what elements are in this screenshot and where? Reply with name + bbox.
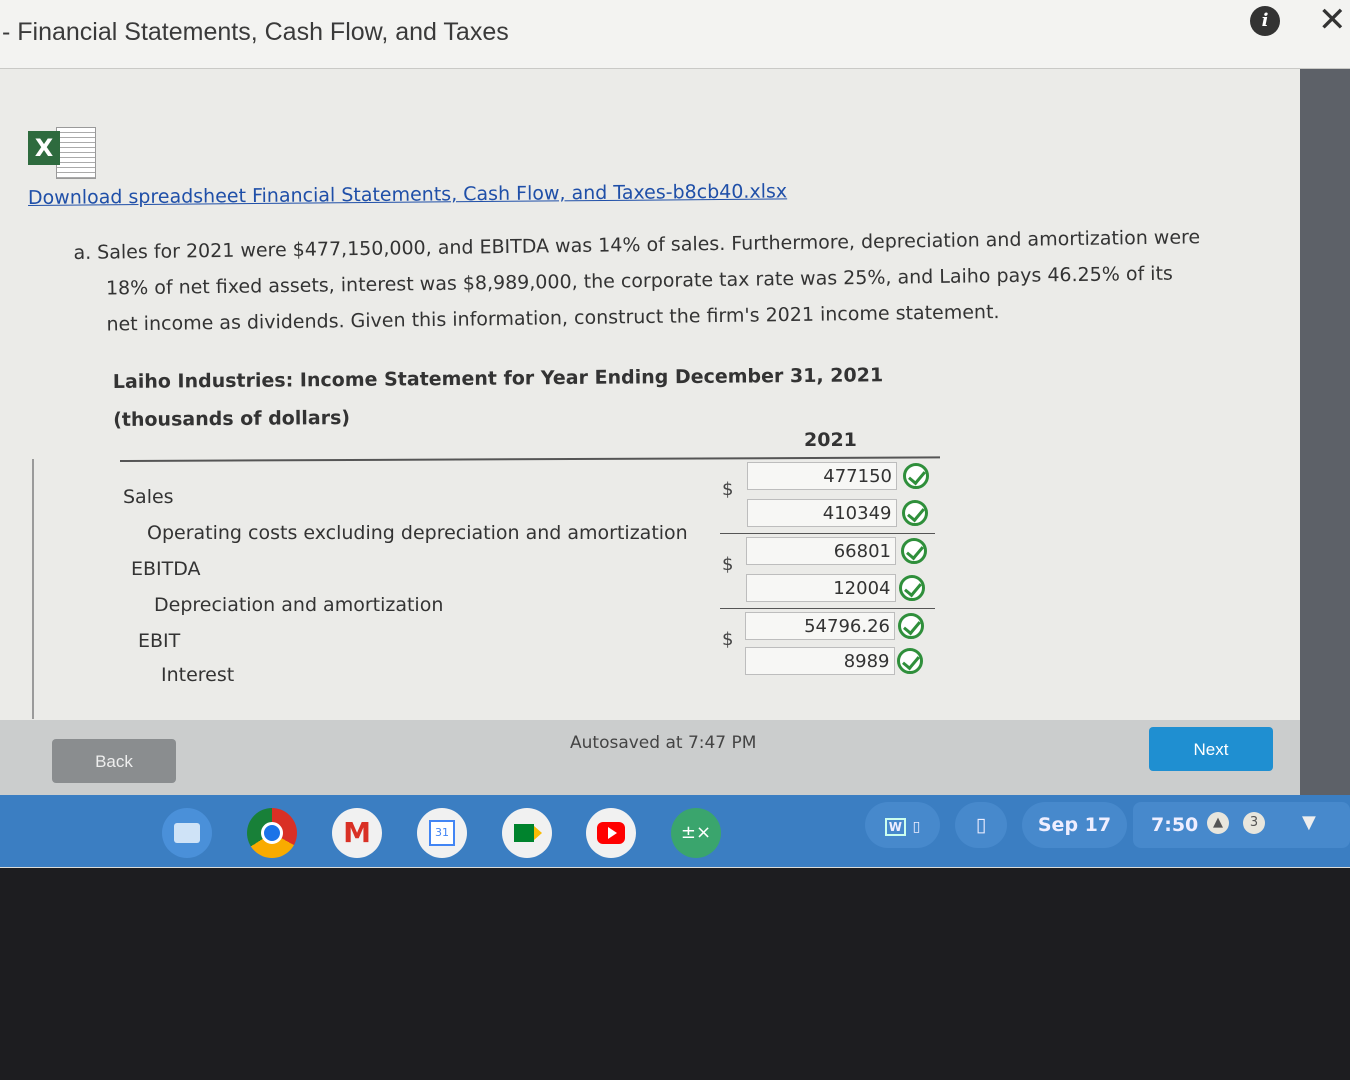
value-input[interactable]: 54796.26 bbox=[745, 612, 895, 640]
value-input[interactable]: 12004 bbox=[745, 574, 896, 602]
info-icon[interactable]: i bbox=[1250, 6, 1280, 36]
divider bbox=[32, 459, 34, 719]
calendar-app-icon[interactable]: 31 bbox=[417, 808, 467, 858]
clock: 7:50 bbox=[1151, 814, 1199, 836]
files-app-icon[interactable] bbox=[162, 808, 212, 858]
currency-symbol: $ bbox=[722, 554, 734, 575]
value-input[interactable]: 8989 bbox=[744, 647, 895, 675]
chrome-app-icon[interactable] bbox=[247, 808, 297, 858]
row-label: Interest bbox=[161, 663, 235, 686]
notification-count-badge[interactable]: 3 bbox=[1243, 812, 1265, 834]
update-icon[interactable]: ▲ bbox=[1207, 812, 1229, 834]
check-icon bbox=[899, 575, 926, 601]
statement-units: (thousands of dollars) bbox=[113, 406, 351, 431]
value-input[interactable]: 410349 bbox=[746, 499, 897, 527]
row-label: EBITDA bbox=[131, 558, 201, 580]
check-icon bbox=[903, 463, 929, 489]
close-icon[interactable]: ✕ bbox=[1318, 0, 1347, 40]
wifi-icon[interactable]: ▼ bbox=[1302, 812, 1316, 833]
status-tray[interactable]: 7:50 bbox=[1133, 802, 1350, 848]
word-icon: W bbox=[884, 818, 906, 836]
window-title: - Financial Statements, Cash Flow, and T… bbox=[2, 18, 509, 46]
tray-apps-button[interactable]: W ▯ bbox=[865, 802, 940, 848]
row-label: Depreciation and amortization bbox=[154, 593, 444, 616]
statement-heading: Laiho Industries: Income Statement for Y… bbox=[112, 364, 884, 394]
currency-symbol: $ bbox=[722, 479, 734, 500]
footer-bar bbox=[0, 720, 1300, 795]
clipboard-icon: ▯ bbox=[912, 819, 921, 835]
content-area: X Download spreadsheet Financial Stateme… bbox=[0, 69, 1350, 721]
row-label: EBIT bbox=[138, 630, 181, 652]
youtube-app-icon[interactable] bbox=[586, 808, 636, 858]
check-icon bbox=[901, 500, 928, 526]
currency-symbol: $ bbox=[722, 629, 734, 650]
screen: - Financial Statements, Cash Flow, and T… bbox=[0, 0, 1350, 868]
statement-title: Laiho Industries: Income Statement for Y… bbox=[113, 356, 884, 439]
next-button[interactable]: Next bbox=[1149, 727, 1273, 771]
value-input[interactable]: 477150 bbox=[747, 462, 897, 490]
excel-icon[interactable]: X bbox=[28, 127, 96, 179]
check-icon bbox=[897, 648, 923, 674]
row-label: Operating costs excluding depreciation a… bbox=[147, 521, 688, 544]
row-label: Sales bbox=[123, 486, 174, 508]
date-button[interactable]: Sep 17 bbox=[1022, 802, 1127, 848]
download-spreadsheet-link[interactable]: Download spreadsheet Financial Statement… bbox=[28, 180, 787, 209]
meet-app-icon[interactable] bbox=[502, 808, 552, 858]
check-icon bbox=[900, 538, 927, 564]
calculator-app-icon[interactable]: ±× bbox=[671, 808, 721, 858]
check-icon bbox=[898, 613, 925, 639]
calendar-day: 31 bbox=[429, 820, 455, 846]
year-header: 2021 bbox=[804, 429, 857, 451]
subtotal-rule bbox=[720, 533, 935, 534]
phone-hub-icon[interactable]: ▯ bbox=[955, 802, 1007, 848]
title-bar: - Financial Statements, Cash Flow, and T… bbox=[0, 0, 1350, 69]
question-text: a. Sales for 2021 were $477,150,000, and… bbox=[73, 218, 1284, 343]
back-button[interactable]: Back bbox=[52, 739, 176, 783]
subtotal-rule bbox=[720, 608, 935, 609]
gmail-app-icon[interactable]: M bbox=[332, 808, 382, 858]
autosave-status: Autosaved at 7:47 PM bbox=[570, 733, 757, 753]
value-input[interactable]: 66801 bbox=[746, 537, 896, 565]
background-window-edge bbox=[1300, 69, 1350, 795]
